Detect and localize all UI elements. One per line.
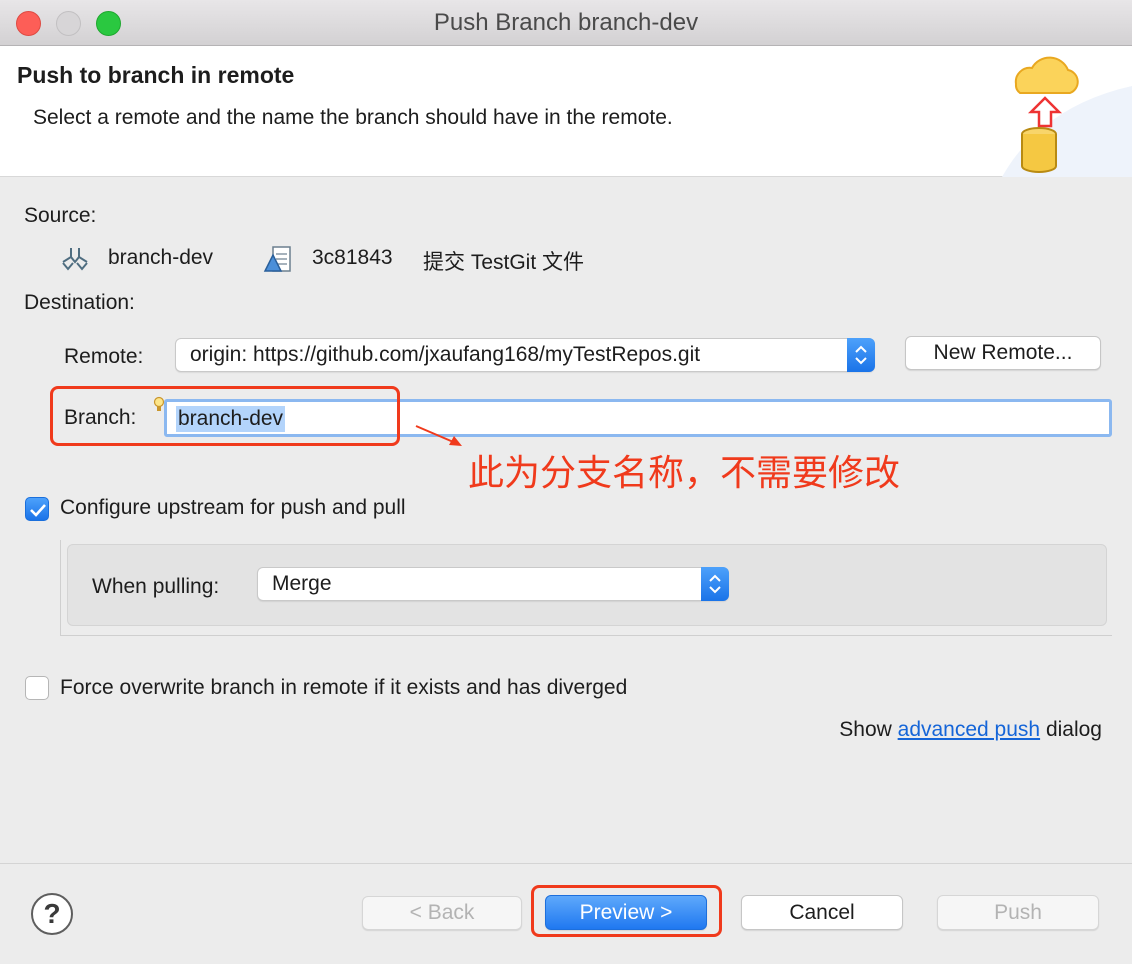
remote-label: Remote: (64, 345, 144, 368)
help-icon[interactable]: ? (31, 893, 73, 935)
advanced-prefix: Show (839, 718, 892, 741)
push-button[interactable]: Push (937, 895, 1099, 930)
back-button[interactable]: < Back (362, 896, 522, 930)
cancel-button[interactable]: Cancel (741, 895, 903, 930)
configure-upstream-checkbox[interactable] (25, 497, 49, 521)
commit-id: 3c81843 (312, 246, 393, 269)
branch-icon (62, 248, 88, 271)
wizard-body: Source: branch-dev 3c81843 提交 TestGit 文件… (0, 178, 1132, 863)
preview-button[interactable]: Preview > (545, 895, 707, 930)
source-branch: branch-dev (108, 246, 214, 269)
page-title: Push to branch in remote (17, 62, 295, 88)
checkmark-icon (30, 504, 46, 517)
window-title: Push Branch branch-dev (433, 9, 699, 36)
force-overwrite-checkbox[interactable] (25, 676, 49, 700)
annotation-arrow-icon (415, 425, 462, 446)
remote-select-value: origin: https://github.com/jxaufang168/m… (190, 343, 701, 366)
when-pulling-value: Merge (272, 572, 332, 595)
force-overwrite-label[interactable]: Force overwrite branch in remote if it e… (60, 676, 627, 700)
upstream-options-group: When pulling: Merge (60, 540, 1112, 636)
page-subtitle: Select a remote and the name the branch … (33, 106, 673, 129)
advanced-suffix: dialog (1045, 718, 1102, 741)
annotation-text: 此为分支名称，不需要修改 (468, 453, 901, 494)
commit-message: 提交 TestGit 文件 (423, 251, 585, 274)
chevron-updown-icon (701, 567, 729, 601)
configure-upstream-label[interactable]: Configure upstream for push and pull (60, 496, 406, 520)
advanced-push-line: Show advanced push dialog (839, 718, 1102, 742)
new-remote-button[interactable]: New Remote... (905, 336, 1101, 370)
advanced-push-link[interactable]: advanced push (898, 718, 1040, 741)
wizard-footer: ? < Back Preview > Cancel Push (0, 863, 1132, 964)
commit-icon (263, 246, 291, 272)
branch-annotation-box (50, 386, 400, 446)
title-bar: Push Branch branch-dev (0, 0, 1132, 46)
wizard-header: Push to branch in remote Select a remote… (0, 46, 1132, 177)
upstream-options-panel: When pulling: Merge (67, 544, 1107, 626)
source-label: Source: (24, 204, 97, 227)
cloud-push-database-icon (1002, 56, 1132, 177)
destination-label: Destination: (24, 291, 135, 314)
remote-select[interactable]: origin: https://github.com/jxaufang168/m… (175, 338, 875, 372)
when-pulling-label: When pulling: (92, 575, 220, 598)
when-pulling-select[interactable]: Merge (257, 567, 729, 601)
chevron-updown-icon (847, 338, 875, 372)
